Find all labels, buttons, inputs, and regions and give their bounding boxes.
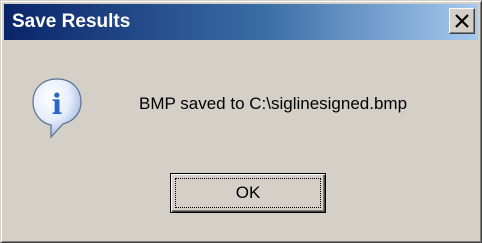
- ok-button-label: OK: [235, 183, 261, 202]
- message-text: BMP saved to C:\siglinesigned.bmp: [139, 94, 408, 113]
- ok-button[interactable]: OK: [170, 173, 326, 213]
- close-x-icon: [455, 14, 469, 28]
- information-glyph: i: [52, 88, 63, 121]
- save-results-dialog: Save Results i BMP saved to C:\siglinesi…: [0, 0, 482, 243]
- information-icon: i: [32, 78, 82, 139]
- window-title: Save Results: [12, 11, 131, 32]
- title-bar[interactable]: Save Results: [4, 4, 478, 40]
- close-button[interactable]: [449, 8, 475, 34]
